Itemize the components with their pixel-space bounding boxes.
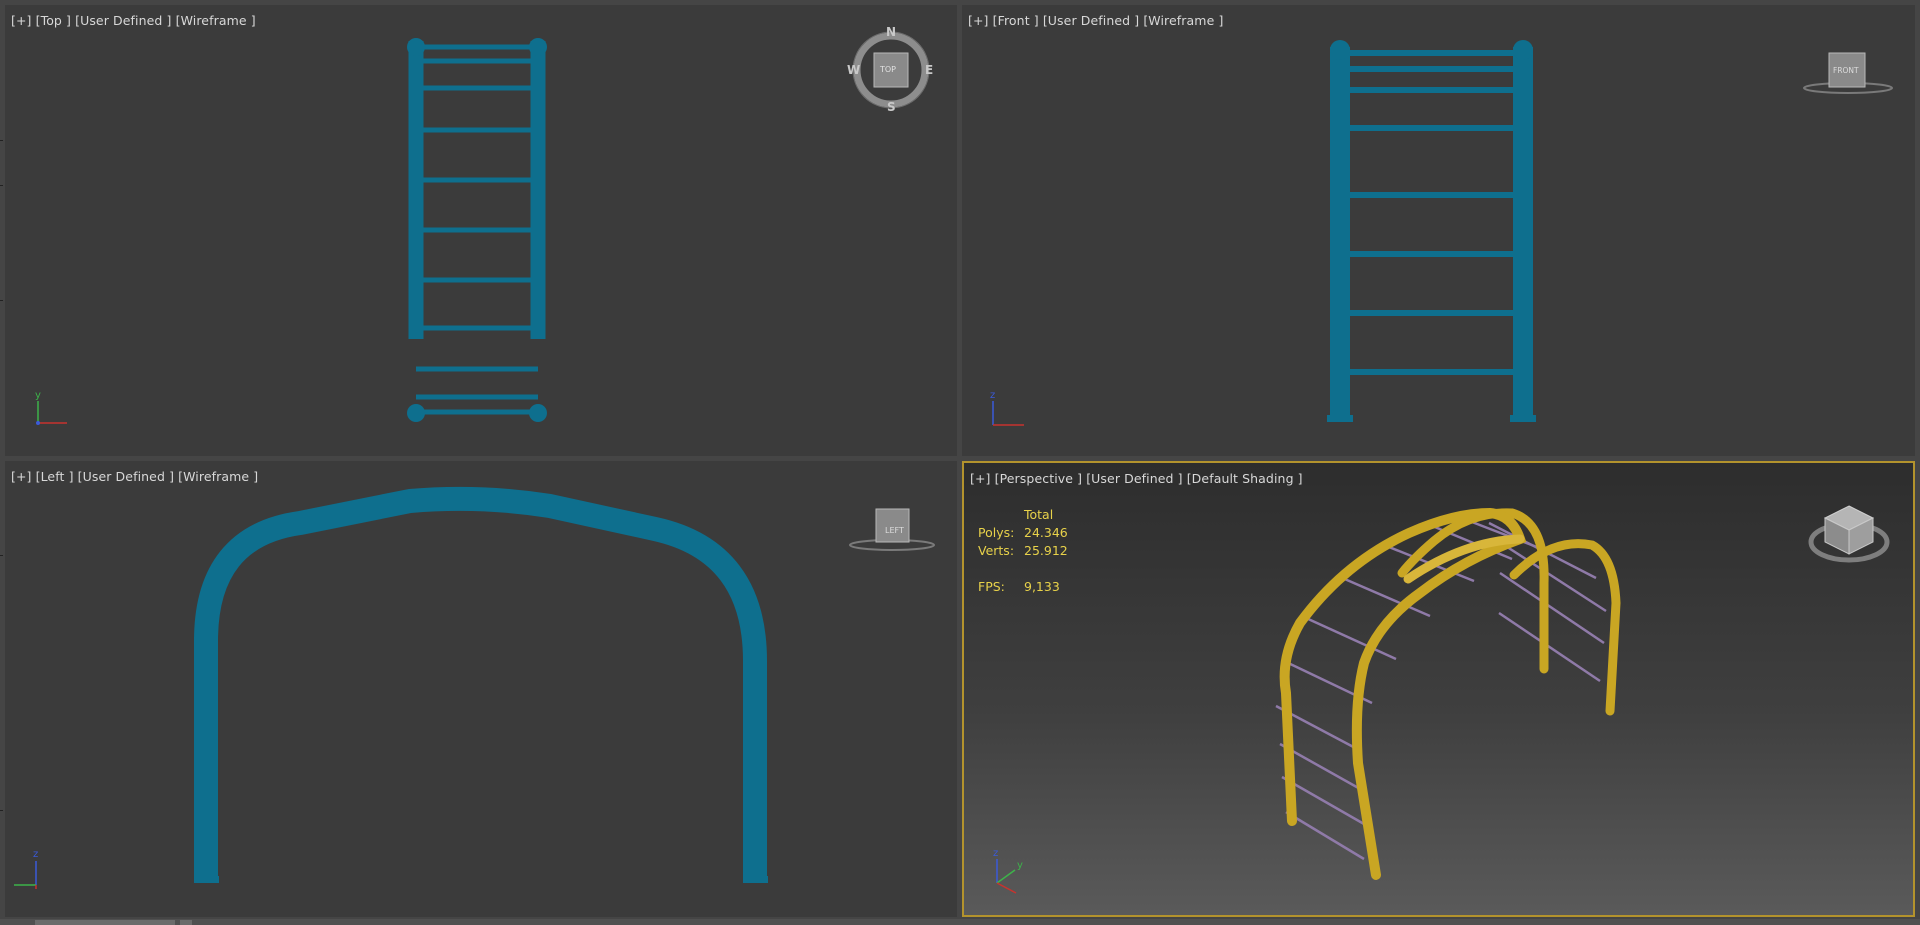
scene-statistics: Total Polys: 24.346 Verts: 25.912 FPS: 9,13…	[978, 506, 1068, 596]
left-ruler	[0, 0, 4, 925]
verts-label: Verts:	[978, 543, 1015, 558]
viewcube-face-label: TOP	[880, 65, 897, 74]
left-view-scene	[14, 486, 935, 889]
axis-label-v: z	[33, 849, 39, 860]
viewport-label-front[interactable]: [+] [Front ] [User Defined ] [Wireframe …	[968, 13, 1223, 28]
viewport-label-left[interactable]: [+] [Left ] [User Defined ] [Wireframe ]	[11, 469, 258, 484]
compass-west-label: W	[847, 63, 861, 77]
perspective-rungs	[1275, 515, 1607, 861]
polys-label: Polys:	[978, 525, 1015, 540]
axis-tripod-icon	[14, 861, 37, 889]
viewcube-perspective-icon[interactable]	[1808, 505, 1890, 563]
compass-south-label: S	[887, 100, 896, 114]
compass-east-label: E	[925, 63, 934, 77]
stats-header: Total	[1024, 507, 1054, 522]
top-view-scene	[36, 31, 930, 425]
compass-north-label: N	[886, 25, 897, 39]
axis-label-v: y	[35, 390, 41, 401]
front-rungs	[1340, 50, 1523, 375]
viewcube-face-label: FRONT	[1833, 66, 1859, 75]
viewcube-face-label: LEFT	[885, 526, 904, 535]
axis-label-z: z	[993, 848, 999, 859]
left-arch-profile	[194, 486, 767, 881]
axis-tripod-icon	[992, 401, 1024, 426]
viewport-label-perspective[interactable]: [+] [Perspective ] [User Defined ] [Defa…	[970, 471, 1303, 486]
viewport-label-top[interactable]: [+] [Top ] [User Defined ] [Wireframe ]	[11, 13, 256, 28]
top-rungs	[416, 44, 538, 415]
fps-label: FPS:	[978, 579, 1005, 594]
axis-label-y: y	[1017, 860, 1023, 871]
viewport-left[interactable]: [+] [Left ] [User Defined ] [Wireframe ]…	[5, 461, 957, 917]
scrollbar-thumb[interactable]	[35, 920, 175, 925]
fps-value: 9,133	[1024, 579, 1060, 594]
viewport-top[interactable]: [+] [Top ] [User Defined ] [Wireframe ] …	[5, 5, 957, 456]
polys-value: 24.346	[1024, 525, 1068, 540]
viewport-front[interactable]: [+] [Front ] [User Defined ] [Wireframe …	[962, 5, 1915, 456]
axis-label-v: z	[990, 390, 996, 401]
verts-value: 25.912	[1024, 543, 1068, 558]
axis-tripod-icon	[36, 401, 67, 425]
axis-tripod-icon	[996, 859, 1017, 894]
viewport-perspective[interactable]: [+] [Perspective ] [User Defined ] [Defa…	[962, 461, 1915, 917]
front-view-scene	[992, 40, 1893, 426]
bottom-scrollbar[interactable]	[0, 919, 1920, 925]
perspective-scene	[996, 505, 1890, 894]
scrollbar-handle[interactable]	[180, 920, 192, 925]
